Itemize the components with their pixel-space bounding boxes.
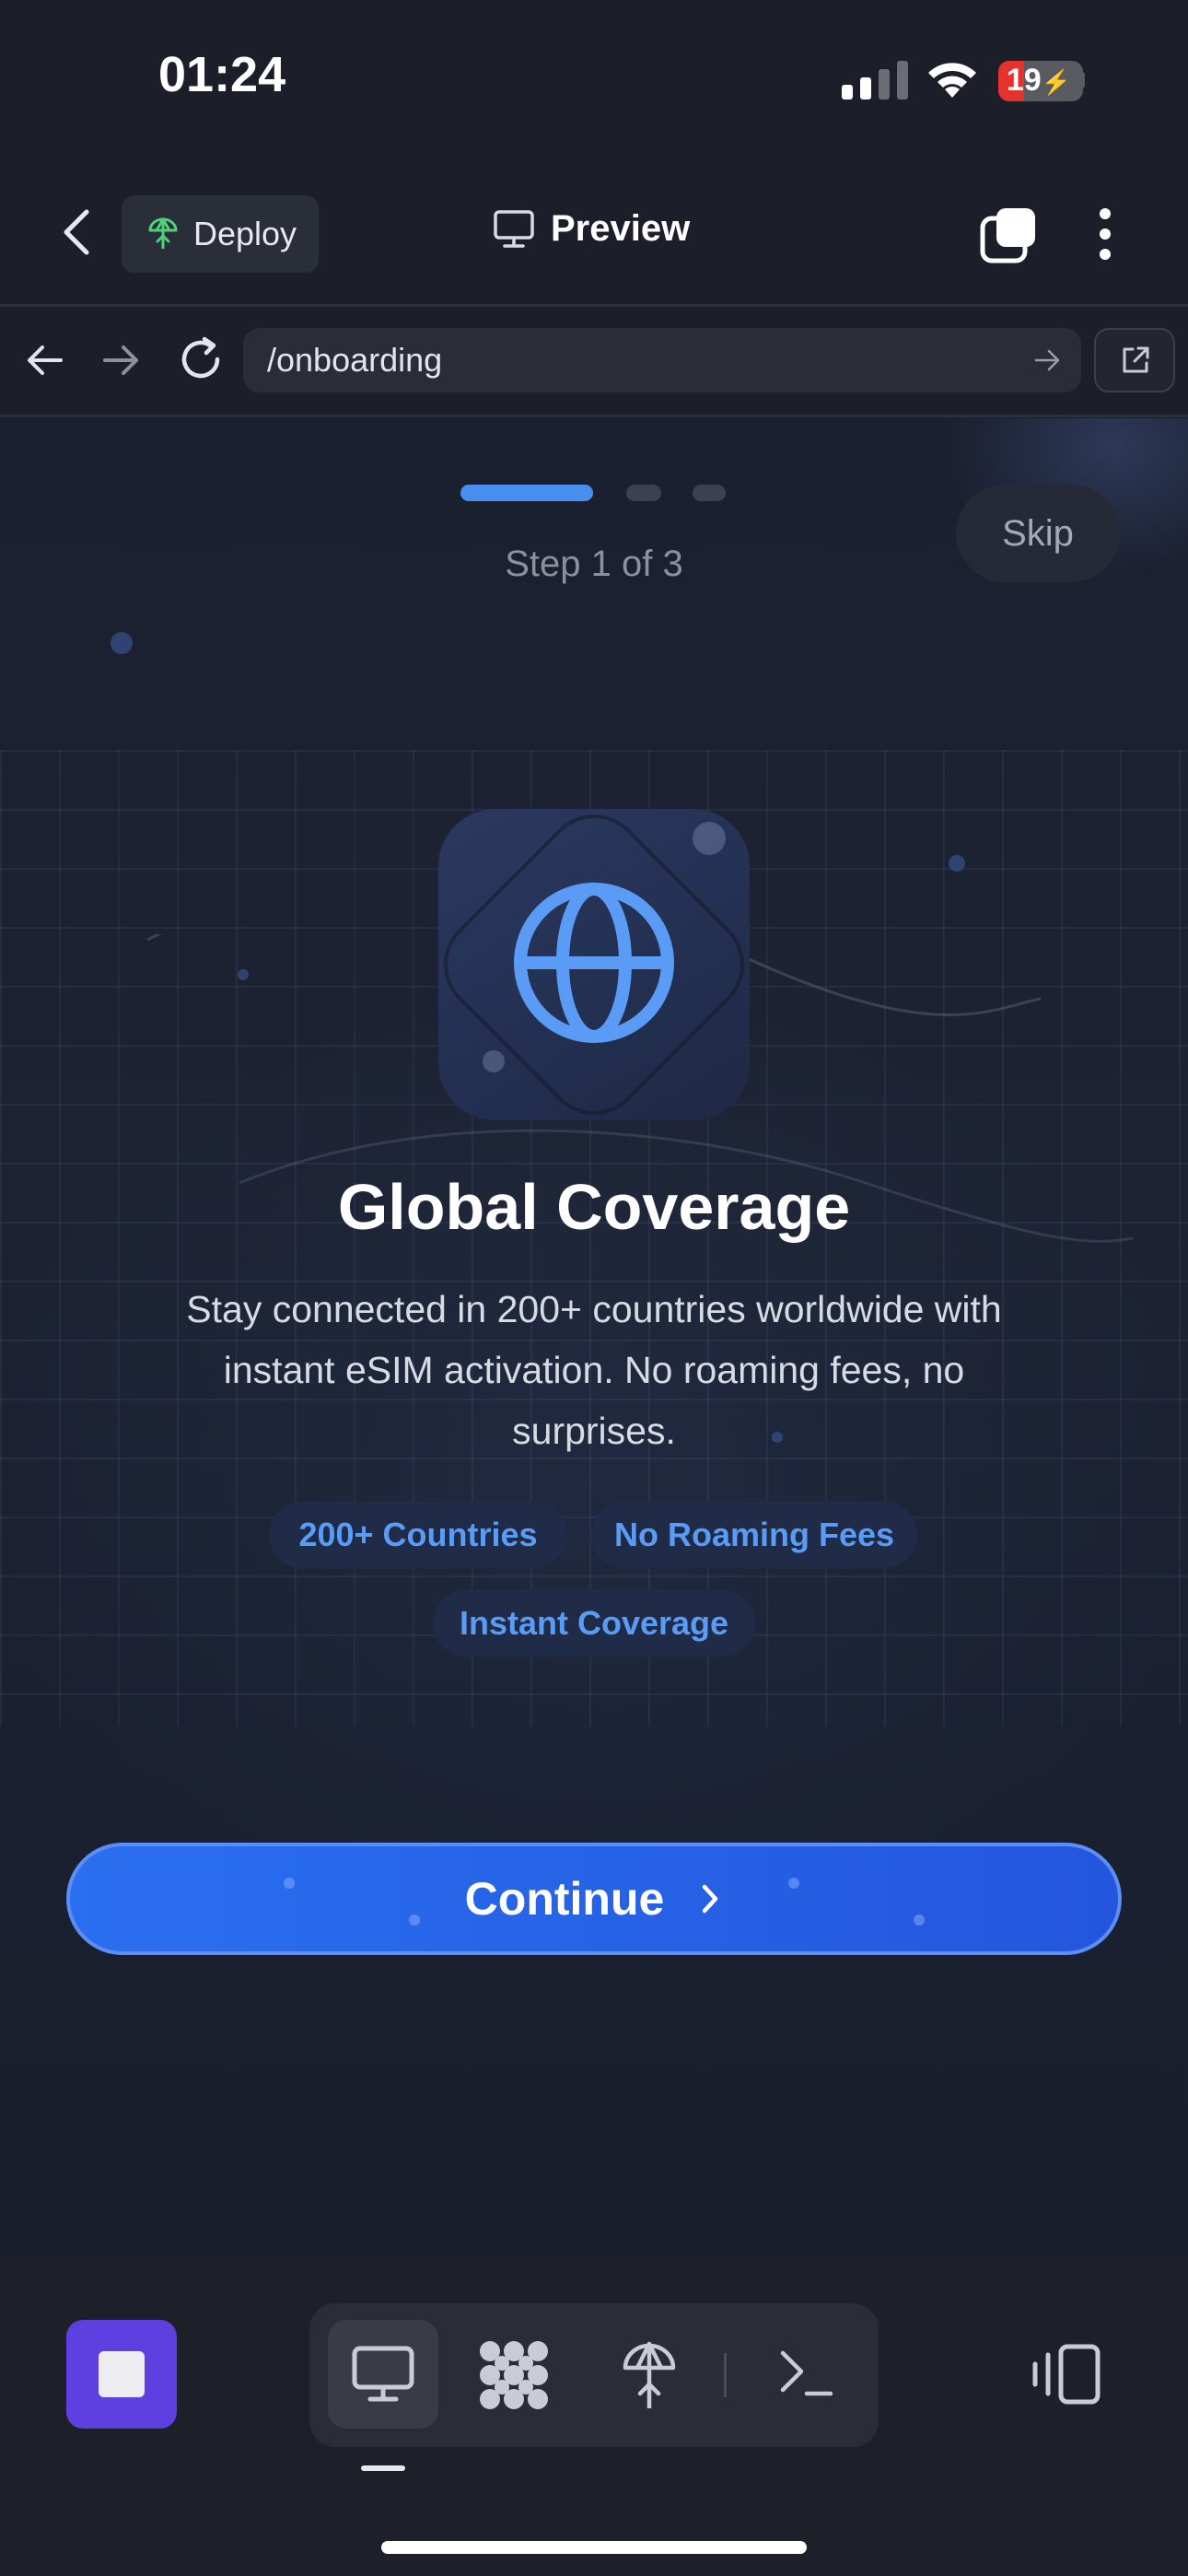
progress-step-2 xyxy=(626,485,661,501)
external-link-icon xyxy=(1123,346,1149,373)
more-options-icon[interactable] xyxy=(1092,206,1118,262)
feature-chip: Instant Coverage xyxy=(433,1590,755,1657)
deploy-icon xyxy=(148,217,178,249)
progress-step-1 xyxy=(460,485,593,501)
stop-button[interactable] xyxy=(66,2320,177,2429)
feature-chip: 200+ Countries xyxy=(269,1502,567,1568)
feature-chip: No Roaming Fees xyxy=(591,1502,917,1568)
skip-button[interactable]: Skip xyxy=(956,485,1120,582)
toolbar-separator xyxy=(724,2353,727,2397)
back-icon[interactable] xyxy=(55,205,99,260)
battery-percent: 19 xyxy=(1006,63,1042,98)
button-sparkle xyxy=(409,1914,420,1926)
header-divider xyxy=(0,304,1188,307)
continue-button[interactable]: Continue xyxy=(66,1843,1122,1955)
continue-label: Continue xyxy=(464,1873,665,1925)
feature-title: Global Coverage xyxy=(337,1171,851,1243)
apps-icon[interactable] xyxy=(477,2338,551,2412)
cellular-signal-icon xyxy=(842,61,908,100)
wifi-icon xyxy=(928,63,976,98)
tile-sparkle xyxy=(483,1050,505,1072)
browser-forward-icon[interactable] xyxy=(99,339,142,381)
decor-dot xyxy=(238,969,249,980)
button-sparkle xyxy=(914,1914,925,1926)
url-go-icon[interactable] xyxy=(1033,346,1061,374)
preview-icon xyxy=(352,2346,414,2402)
home-indicator xyxy=(381,2541,807,2554)
decor-dot xyxy=(111,632,133,654)
browser-divider xyxy=(0,415,1188,417)
decor-dot xyxy=(949,855,965,872)
stop-icon xyxy=(99,2351,145,2397)
charging-bolt-icon: ⚡ xyxy=(1041,68,1072,96)
onboarding-screen: Step 1 of 3 Skip Global Coverage Stay co… xyxy=(0,418,1188,2259)
status-time: 01:24 xyxy=(158,47,286,102)
deploy-label: Deploy xyxy=(193,215,297,252)
deploy-button[interactable]: Deploy xyxy=(122,195,319,273)
device-switch-icon[interactable] xyxy=(1030,2344,1101,2405)
chevron-right-icon xyxy=(703,1884,718,1914)
preview-label: Preview xyxy=(551,208,691,249)
terminal-icon[interactable] xyxy=(779,2348,833,2397)
url-bar[interactable]: /onboarding xyxy=(243,328,1081,392)
globe-icon xyxy=(514,883,674,1043)
monitor-icon xyxy=(494,209,534,248)
tile-sparkle xyxy=(693,822,726,855)
feature-description: Stay connected in 200+ countries worldwi… xyxy=(186,1288,1002,1452)
tabs-icon[interactable] xyxy=(980,206,1037,263)
button-sparkle xyxy=(788,1878,799,1889)
reload-icon[interactable] xyxy=(177,335,225,383)
deploy-tab-icon[interactable] xyxy=(623,2340,676,2410)
preview-title: Preview xyxy=(494,208,690,250)
active-tab-indicator xyxy=(361,2465,405,2471)
url-text: /onboarding xyxy=(267,341,443,379)
open-external-button[interactable] xyxy=(1094,328,1175,392)
progress-step-3 xyxy=(693,485,726,501)
browser-back-icon[interactable] xyxy=(24,339,66,381)
tab-preview[interactable] xyxy=(328,2320,438,2429)
button-sparkle xyxy=(284,1878,295,1889)
battery-indicator: 19⚡ xyxy=(998,61,1083,101)
battery-nub xyxy=(1079,72,1085,88)
